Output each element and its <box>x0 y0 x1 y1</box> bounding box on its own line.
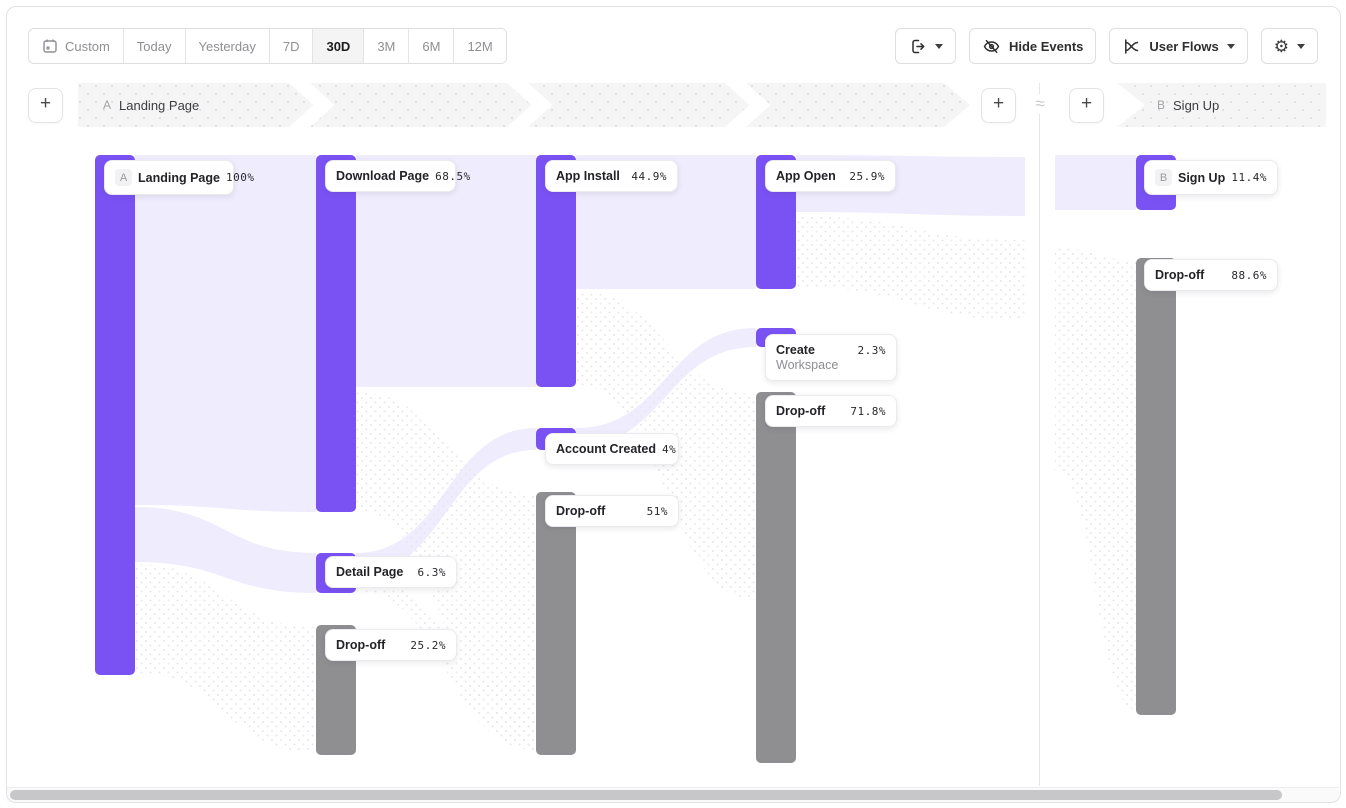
node-label-app-open[interactable]: App Open 25.9% <box>765 160 896 192</box>
funnel-step-band-b[interactable]: B Sign Up <box>1117 83 1326 127</box>
node-percent: 44.9% <box>631 170 667 183</box>
node-name: Detail Page <box>336 565 403 579</box>
date-range-yesterday[interactable]: Yesterday <box>186 29 270 63</box>
node-name: Drop-off <box>776 404 825 418</box>
node-name: Drop-off <box>1155 268 1204 282</box>
add-step-button-b-start[interactable]: + <box>1069 88 1104 123</box>
node-name: App Install <box>556 169 620 183</box>
node-name: Drop-off <box>336 638 385 652</box>
node-percent: 88.6% <box>1231 269 1267 282</box>
node-name: Sign Up <box>1178 171 1225 185</box>
user-flows-app: ALanding Page100%Download Page68.5%App I… <box>0 0 1346 808</box>
node-percent: 25.2% <box>410 639 446 652</box>
gear-icon: ⚙ <box>1274 38 1289 55</box>
node-name-line2: Workspace <box>776 358 886 372</box>
horizontal-scrollbar[interactable] <box>7 787 1339 802</box>
add-step-button-left[interactable]: + <box>28 88 63 123</box>
node-name: Drop-off <box>556 504 605 518</box>
date-range-today[interactable]: Today <box>124 29 186 63</box>
scrollbar-thumb[interactable] <box>10 790 1282 800</box>
node-percent: 11.4% <box>1231 171 1267 184</box>
node-label-download-page[interactable]: Download Page68.5% <box>325 160 456 192</box>
date-range-30d[interactable]: 30D <box>313 29 364 63</box>
eye-off-icon <box>982 37 1001 56</box>
node-name: Create <box>776 343 815 357</box>
date-range-6m[interactable]: 6M <box>409 29 454 63</box>
node-percent: 71.8% <box>850 405 886 418</box>
node-percent: 100% <box>226 171 255 184</box>
date-range-selector: Custom Today Yesterday 7D 30D 3M 6M 12M <box>28 28 507 64</box>
step-b-badge: B <box>1157 98 1165 112</box>
funnel-step-band-a[interactable]: A Landing Page <box>78 83 970 127</box>
funnel-steps-header: + A Landing Page + ≈ + B Sign Up <box>0 83 1346 127</box>
date-range-3m[interactable]: 3M <box>364 29 409 63</box>
node-percent: 25.9% <box>849 170 885 183</box>
add-step-button-a-end[interactable]: + <box>981 88 1016 123</box>
node-step-badge: B <box>1155 169 1172 186</box>
node-label-dropoff-25[interactable]: Drop-off 25.2% <box>325 629 457 661</box>
date-range-custom[interactable]: Custom <box>29 29 124 63</box>
node-label-dropoff-51[interactable]: Drop-off 51% <box>545 495 679 527</box>
caret-down-icon <box>935 44 943 49</box>
caret-down-icon <box>1297 44 1305 49</box>
hide-events-button[interactable]: Hide Events <box>969 28 1096 64</box>
node-name: App Open <box>776 169 836 183</box>
toolbar-actions: Hide Events User Flows ⚙ <box>895 28 1318 62</box>
node-label-detail-page[interactable]: Detail Page 6.3% <box>325 556 457 588</box>
step-b-label: Sign Up <box>1173 98 1219 113</box>
node-label-sign-up[interactable]: B Sign Up 11.4% <box>1144 160 1278 195</box>
node-percent: 51% <box>647 505 668 518</box>
flows-chart-icon <box>1122 37 1141 56</box>
step-separator-chevrons <box>78 83 970 127</box>
node-percent: 68.5% <box>435 170 471 183</box>
step-a-label: Landing Page <box>119 98 199 113</box>
node-percent: 4% <box>662 443 676 456</box>
node-name: Download Page <box>336 169 429 183</box>
node-name: Landing Page <box>138 171 220 185</box>
node-label-account-created[interactable]: Account Created 4% <box>545 433 679 465</box>
node-label-app-install[interactable]: App Install 44.9% <box>545 160 678 192</box>
node-step-badge: A <box>115 169 132 186</box>
node-label-dropoff-88[interactable]: Drop-off 88.6% <box>1144 259 1278 291</box>
date-range-12m[interactable]: 12M <box>454 29 505 63</box>
step-a-badge: A <box>103 98 111 112</box>
user-flows-button[interactable]: User Flows <box>1109 28 1247 64</box>
settings-button[interactable]: ⚙ <box>1261 28 1318 64</box>
node-label-create-workspace[interactable]: Create 2.3%Workspace <box>765 334 897 381</box>
node-label-landing-page[interactable]: ALanding Page100% <box>104 160 234 195</box>
node-percent: 2.3% <box>858 344 887 357</box>
date-range-7d[interactable]: 7D <box>270 29 314 63</box>
export-icon <box>908 37 927 56</box>
top-toolbar: Custom Today Yesterday 7D 30D 3M 6M 12M <box>0 0 1346 70</box>
node-percent: 6.3% <box>418 566 447 579</box>
calendar-icon <box>42 38 58 54</box>
node-label-dropoff-71[interactable]: Drop-off 71.8% <box>765 395 897 427</box>
approx-divider-symbol: ≈ <box>1030 94 1050 114</box>
caret-down-icon <box>1227 44 1235 49</box>
node-name: Account Created <box>556 442 656 456</box>
export-button[interactable] <box>895 28 956 64</box>
